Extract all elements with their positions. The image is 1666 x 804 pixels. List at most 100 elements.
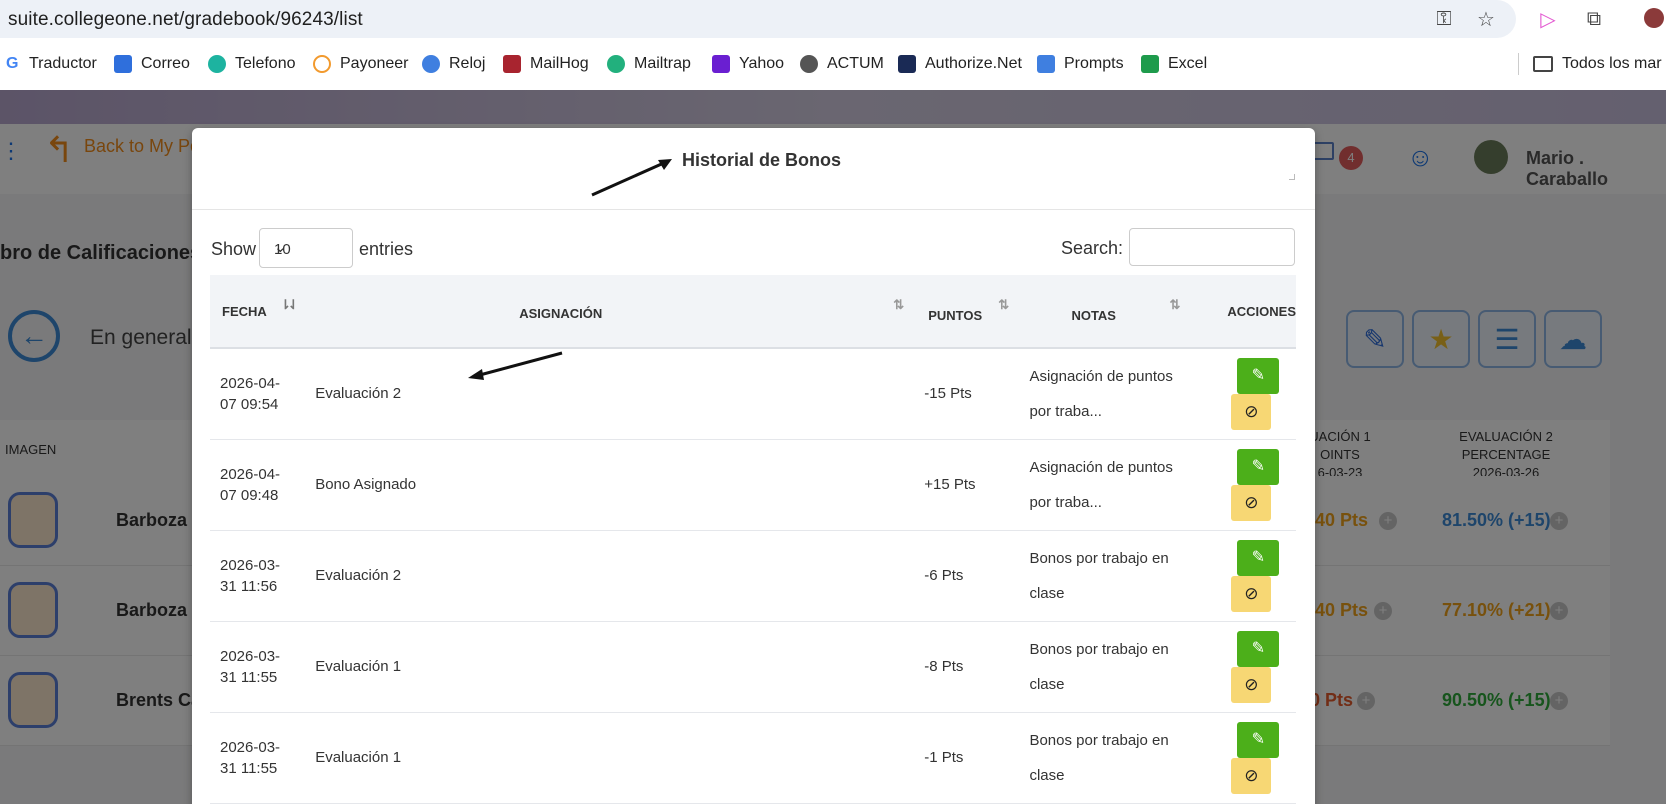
bookmark-label: Todos los mar — [1562, 55, 1662, 72]
edit-button[interactable]: ✎ — [1237, 448, 1280, 485]
cell-puntos: -15 Pts — [924, 348, 1030, 440]
fecha-time: 31 11:55 — [220, 668, 278, 686]
extension-icon[interactable]: ▷ — [1536, 8, 1560, 31]
bookmark-actum[interactable]: ACTUM — [800, 53, 884, 75]
bookmark-label: Correo — [141, 55, 190, 72]
col-asignacion[interactable]: ASIGNACIÓN ⇅ — [315, 275, 925, 349]
edit-button[interactable]: ✎ — [1237, 357, 1280, 394]
col-notas[interactable]: NOTAS ⇅ — [1029, 275, 1228, 349]
authorize-icon — [898, 55, 916, 73]
bookmark-correo[interactable]: Correo — [114, 53, 190, 75]
url-text: suite.collegeone.net/gradebook/96243/lis… — [8, 9, 363, 30]
col-acciones-label: ACCIONES — [1227, 303, 1296, 319]
notas-line1: Bonos por trabajo en — [1029, 549, 1169, 567]
modal-header: Historial de Bonos — [192, 128, 1315, 210]
modal-title: Historial de Bonos — [682, 150, 842, 170]
bookmark-authorize-net[interactable]: Authorize.Net — [898, 53, 1022, 75]
cell-notas: Bonos por trabajo en clase — [1029, 712, 1228, 804]
cloud-icon — [208, 55, 226, 73]
cell-puntos: -6 Pts — [924, 530, 1030, 622]
cell-asignacion: Bono Asignado — [315, 439, 925, 531]
sort-icon[interactable]: ⇅ — [998, 297, 1009, 313]
notas-line2: por traba... — [1029, 493, 1102, 511]
cell-acciones: ✎⊘ — [1227, 621, 1296, 713]
cell-notas: Asignación de puntos por traba... — [1029, 348, 1228, 440]
fecha-date: 2026-03- — [220, 556, 281, 574]
cell-asignacion: Evaluación 1 — [315, 621, 925, 713]
cell-fecha: 2026-03- 31 11:55 — [210, 621, 316, 713]
col-fecha-label: FECHA — [222, 303, 267, 319]
fecha-time: 31 11:55 — [220, 759, 278, 777]
col-puntos[interactable]: PUNTOS ⇅ — [924, 275, 1030, 349]
bookmark-all-folder[interactable]: Todos los mar — [1518, 53, 1662, 75]
mailhog-icon — [503, 55, 521, 73]
cell-asignacion: Evaluación 2 — [315, 530, 925, 622]
bookmark-mailhog[interactable]: MailHog — [503, 53, 589, 75]
bookmark-reloj[interactable]: Reloj — [422, 53, 485, 75]
table-row: 2026-04- 07 09:48 Bono Asignado +15 Pts A… — [210, 439, 1296, 531]
col-fecha[interactable]: FECHA ⇂⇃ — [210, 275, 316, 349]
bookmark-label: ACTUM — [827, 55, 884, 72]
search-label: Search: — [1061, 238, 1124, 258]
bookmarks-bar: G Traductor Correo Telefono Payoneer Relo… — [0, 38, 1666, 90]
edit-button[interactable]: ✎ — [1237, 721, 1280, 758]
bookmark-label: Telefono — [235, 55, 296, 72]
bookmark-label: Traductor — [29, 55, 97, 72]
bookmark-label: Excel — [1168, 55, 1208, 72]
cancel-button[interactable]: ⊘ — [1231, 666, 1272, 703]
google-icon: G — [6, 55, 20, 73]
col-asignacion-label: ASIGNACIÓN — [519, 306, 603, 321]
cell-notas: Asignación de puntos por traba... — [1029, 439, 1228, 531]
bookmark-label: MailHog — [530, 55, 589, 72]
table-row: 2026-04- 07 09:54 Evaluación 2 -15 Pts As… — [210, 348, 1296, 440]
browser-address-bar: suite.collegeone.net/gradebook/96243/lis… — [0, 0, 1666, 38]
edit-button[interactable]: ✎ — [1237, 630, 1280, 667]
cell-acciones: ✎⊘ — [1227, 439, 1296, 531]
entries-select[interactable]: 10 ⌄ — [259, 228, 353, 268]
cancel-button[interactable]: ⊘ — [1231, 484, 1272, 521]
bookmark-yahoo[interactable]: Yahoo — [712, 53, 784, 75]
url-field[interactable]: suite.collegeone.net/gradebook/96243/lis… — [0, 0, 1516, 38]
cell-notas: Bonos por trabajo en clase — [1029, 530, 1228, 622]
bookmark-mailtrap[interactable]: Mailtrap — [607, 53, 691, 75]
sort-icon[interactable]: ⇅ — [1169, 297, 1180, 313]
notas-line1: Asignación de puntos — [1029, 458, 1173, 476]
notas-line2: por traba... — [1029, 402, 1102, 420]
cancel-button[interactable]: ⊘ — [1231, 757, 1272, 794]
bookmark-excel[interactable]: Excel — [1141, 53, 1207, 75]
sort-desc-icon[interactable]: ⇂⇃ — [280, 297, 299, 313]
cell-puntos: -8 Pts — [924, 621, 1030, 713]
fecha-time: 07 09:48 — [220, 486, 279, 504]
annotation-arrow-row — [468, 351, 563, 380]
mail-icon — [114, 55, 132, 73]
bookmark-label: Prompts — [1064, 55, 1124, 72]
bookmark-telefono[interactable]: Telefono — [208, 53, 296, 75]
notas-line1: Bonos por trabajo en — [1029, 640, 1169, 658]
search-input[interactable] — [1129, 228, 1295, 266]
globe-icon — [800, 55, 818, 73]
bookmark-traductor[interactable]: G Traductor — [6, 53, 97, 75]
mailtrap-icon — [607, 55, 625, 73]
sort-icon[interactable]: ⇅ — [893, 297, 904, 313]
clock-icon — [422, 55, 440, 73]
table-header-row: FECHA ⇂⇃ ASIGNACIÓN ⇅ PUNTOS ⇅ NOTAS ⇅ ACCIO… — [210, 275, 1296, 349]
puzzle-icon[interactable]: ⧉ — [1582, 8, 1606, 30]
annotation-arrow-title — [591, 159, 672, 197]
fecha-date: 2026-03- — [220, 738, 281, 756]
cell-asignacion: Evaluación 2 — [315, 348, 925, 440]
key-icon[interactable]: ⚿ — [1432, 8, 1456, 30]
cell-asignacion: Evaluación 1 — [315, 712, 925, 804]
bookmark-prompts[interactable]: Prompts — [1037, 53, 1124, 75]
star-icon[interactable]: ☆ — [1474, 8, 1498, 31]
cancel-button[interactable]: ⊘ — [1231, 575, 1272, 612]
profile-icon[interactable] — [1644, 8, 1664, 28]
resize-handle-icon[interactable] — [1289, 174, 1295, 180]
bookmark-label: Authorize.Net — [925, 55, 1022, 72]
cell-fecha: 2026-03- 31 11:55 — [210, 712, 316, 804]
edit-button[interactable]: ✎ — [1237, 539, 1280, 576]
fecha-date: 2026-03- — [220, 647, 281, 665]
fecha-time: 31 11:56 — [220, 577, 278, 595]
cancel-button[interactable]: ⊘ — [1231, 393, 1272, 430]
bookmark-payoneer[interactable]: Payoneer — [313, 53, 409, 75]
entries-label: entries — [359, 239, 414, 259]
